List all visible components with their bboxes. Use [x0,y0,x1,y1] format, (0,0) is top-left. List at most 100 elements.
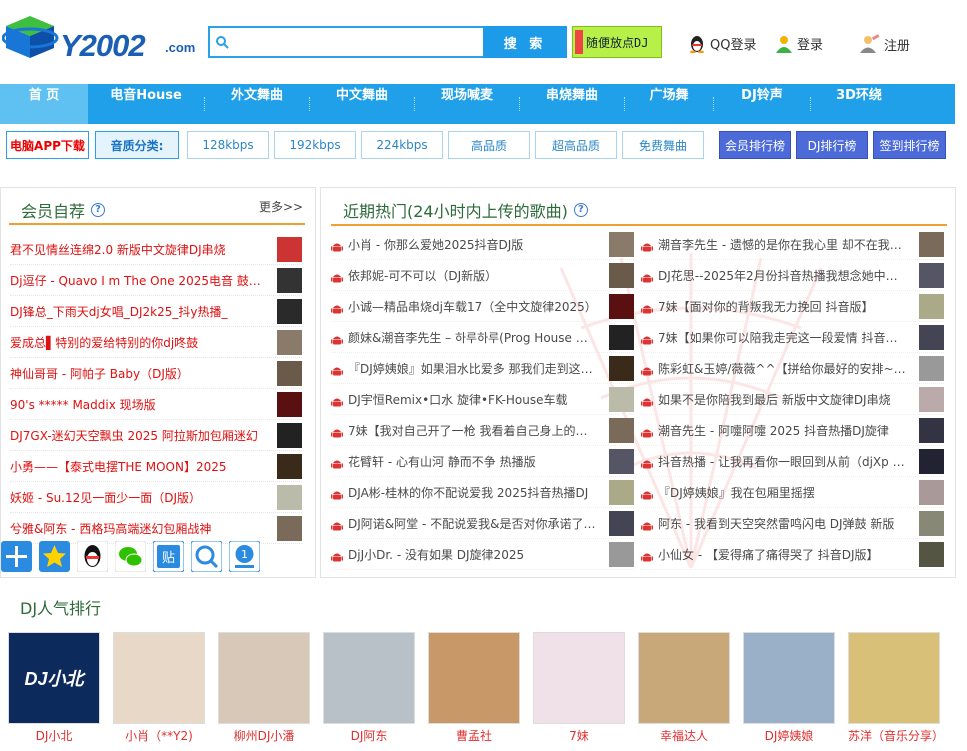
quality-ultra[interactable]: 超高品质 [535,131,617,159]
dj-photo[interactable] [848,632,940,724]
hot-list-item-left[interactable]: 『DJ婷姨娘』如果泪水比爱多 那我们走到这就算了吧 [331,353,634,384]
hot-list-item-left[interactable]: 小肖 - 你那么爱她2025抖音DJ版 [331,229,634,260]
wechat-share-icon[interactable] [115,541,146,572]
nav-item-ringtone[interactable]: DJ铃声 [714,84,810,124]
dj-name[interactable]: 7妹 [533,727,625,744]
quality-free[interactable]: 免费舞曲 [622,131,704,159]
member-song-title[interactable]: 小勇——【泰式电摆THE MOON】2025 [10,458,268,475]
hot-song-title[interactable]: 抖音热播 - 让我再看你一眼回到从前（djXp Funky） [658,453,908,470]
dj-name[interactable]: 小肖（**Y2) [113,727,205,744]
hot-list-item-left[interactable]: DJ宇恒Remix•口水 旋律•FK-House车载 [331,384,634,415]
hot-list-item-right[interactable]: DJ花思--2025年2月份抖音热播我想念她中文旋律 [641,260,944,291]
member-list-item[interactable]: 神仙哥哥 - 阿帕子 Baby（DJ版） [10,358,302,389]
help-icon[interactable]: ? [573,203,588,217]
nav-item-3d[interactable]: 3D环绕 [811,84,907,124]
hot-song-title[interactable]: DjJ小Dr. - 没有如果 DJ旋律2025 [348,546,598,563]
avatar[interactable] [919,449,944,474]
dj-card[interactable]: 柳州DJ小潘 [218,632,310,744]
register-link[interactable]: 注册 [858,34,910,54]
dj-card[interactable]: 幸福达人 [638,632,730,744]
hot-song-title[interactable]: 小仙女 - 【爱得痛了痛得哭了 抖音DJ版】 [658,546,908,563]
avatar[interactable] [277,299,302,324]
nav-item-square-dance[interactable]: 广场舞 [625,84,713,124]
hot-song-title[interactable]: DJA彬-桂林的你不配说爱我 2025抖音热播DJ [348,484,598,501]
avatar[interactable] [609,325,634,350]
dj-photo[interactable] [113,632,205,724]
help-icon[interactable]: ? [91,203,106,217]
hot-song-title[interactable]: 如果不是你陪我到最后 新版中文旋律DJ串烧 [658,391,908,408]
member-list-item[interactable]: 妖姬 - Su.12见一面少一面（DJ版） [10,482,302,513]
hot-list-item-left[interactable]: DJA彬-桂林的你不配说爱我 2025抖音热播DJ [331,477,634,508]
login-link[interactable]: 登录 [775,34,823,53]
hot-song-title[interactable]: 小诚—精品串烧dj车载17（全中文旋律2025） [348,298,598,315]
avatar[interactable] [277,516,302,541]
nav-item-home[interactable]: 首 页 [0,84,88,124]
member-list-item[interactable]: Dj逗仔 - Quavo I m The One 2025电音 鼓王迷幻 [10,265,302,296]
hot-list-item-left[interactable]: 7妹【我对自己开了一枪 我看着自己身上的伤口】 [331,415,634,446]
dj-photo[interactable] [743,632,835,724]
avatar[interactable] [609,232,634,257]
avatar[interactable] [919,325,944,350]
hot-song-title[interactable]: 花臂轩 - 心有山河 静而不争 热播版 [348,453,598,470]
random-dj-button[interactable]: 随便放点DJ [572,26,662,58]
dj-name[interactable]: DJ婷姨娘 [743,727,835,744]
hot-song-title[interactable]: DJ宇恒Remix•口水 旋律•FK-House车载 [348,391,598,408]
member-rank-button[interactable]: 会员排行榜 [719,131,791,159]
quality-224[interactable]: 224kbps [361,131,443,159]
hot-list-item-left[interactable]: 依邦妮-可不可以（DJ新版） [331,260,634,291]
quality-192[interactable]: 192kbps [274,131,356,159]
member-song-title[interactable]: 妖姬 - Su.12见一面少一面（DJ版） [10,489,268,506]
hot-song-title[interactable]: 7妹【如果你可以陪我走完这一段爱情 抖音版】 [658,329,908,346]
hot-list-item-right[interactable]: 阿东 - 我看到天空突然雷鸣闪电 DJ弹鼓 新版 [641,508,944,539]
hot-list-item-right[interactable]: 抖音热播 - 让我再看你一眼回到从前（djXp Funky） [641,446,944,477]
hot-list-item-left[interactable]: 花臂轩 - 心有山河 静而不争 热播版 [331,446,634,477]
avatar[interactable] [277,392,302,417]
favorite-star-icon[interactable] [39,541,70,572]
member-song-title[interactable]: Dj逗仔 - Quavo I m The One 2025电音 鼓王迷幻 [10,272,268,289]
share-count-icon[interactable]: 1 [229,541,260,572]
member-song-title[interactable]: DJ锋总_下雨天dj女唱_DJ2k25_抖y热播_ [10,303,268,320]
member-list-item[interactable]: 兮雅&阿东 - 西格玛高端迷幻包厢战神 [10,513,302,544]
qq-login-link[interactable]: QQ登录 [688,34,756,53]
member-song-title[interactable]: 神仙哥哥 - 阿帕子 Baby（DJ版） [10,365,268,382]
dj-photo[interactable] [428,632,520,724]
avatar[interactable] [919,387,944,412]
member-song-title[interactable]: 90's ***** Maddix 现场版 [10,396,268,413]
avatar[interactable] [609,263,634,288]
quality-128[interactable]: 128kbps [187,131,269,159]
app-download-button[interactable]: 电脑APP下载 [6,131,89,159]
nav-item-medley[interactable]: 串烧舞曲 [520,84,624,124]
avatar[interactable] [277,268,302,293]
search-button[interactable]: 搜 索 [483,26,567,58]
dj-name[interactable]: DJ小北 [8,727,100,744]
member-list-item[interactable]: 君不见情丝连绵2.0 新版中文旋律DJ串烧 [10,234,302,265]
dj-rank-button[interactable]: DJ排行榜 [796,131,868,159]
avatar[interactable] [609,511,634,536]
hot-list-item-left[interactable]: DJ阿诺&阿堂 - 不配说爱我&是否对你承诺了太多 [331,508,634,539]
member-list-item[interactable]: 爱成总▌特别的爱给特别的你dj咚鼓 [10,327,302,358]
hot-list-item-left[interactable]: DjJ小Dr. - 没有如果 DJ旋律2025 [331,539,634,570]
dj-photo[interactable] [533,632,625,724]
avatar[interactable] [609,542,634,567]
dj-name[interactable]: 柳州DJ小潘 [218,727,310,744]
dj-card[interactable]: DJ阿东 [323,632,415,744]
hot-song-title[interactable]: 『DJ婷姨娘』如果泪水比爱多 那我们走到这就算了吧 [348,360,598,377]
hot-list-item-left[interactable]: 小诚—精品串烧dj车载17（全中文旋律2025） [331,291,634,322]
dj-name[interactable]: DJ阿东 [323,727,415,744]
hot-song-title[interactable]: 潮音李先生 - 遗憾的是你在我心里 却不在我身边 [658,236,908,253]
avatar[interactable] [609,387,634,412]
dj-card[interactable]: 苏洋（音乐分享） [848,632,944,744]
hot-list-item-right[interactable]: 7妹【如果你可以陪我走完这一段爱情 抖音版】 [641,322,944,353]
qq-share-icon[interactable] [77,541,108,572]
avatar[interactable] [277,237,302,262]
qzone-share-icon[interactable] [191,541,222,572]
avatar[interactable] [609,356,634,381]
hot-song-title[interactable]: 7妹【我对自己开了一枪 我看着自己身上的伤口】 [348,422,598,439]
member-song-title[interactable]: DJ7GX-迷幻天空飘虫 2025 阿拉斯加包厢迷幻 [10,427,268,444]
avatar[interactable] [609,480,634,505]
avatar[interactable] [277,454,302,479]
avatar[interactable] [277,330,302,355]
avatar[interactable] [277,423,302,448]
dj-name[interactable]: 曹孟社 [428,727,520,744]
member-more-link[interactable]: 更多>> [259,198,303,215]
